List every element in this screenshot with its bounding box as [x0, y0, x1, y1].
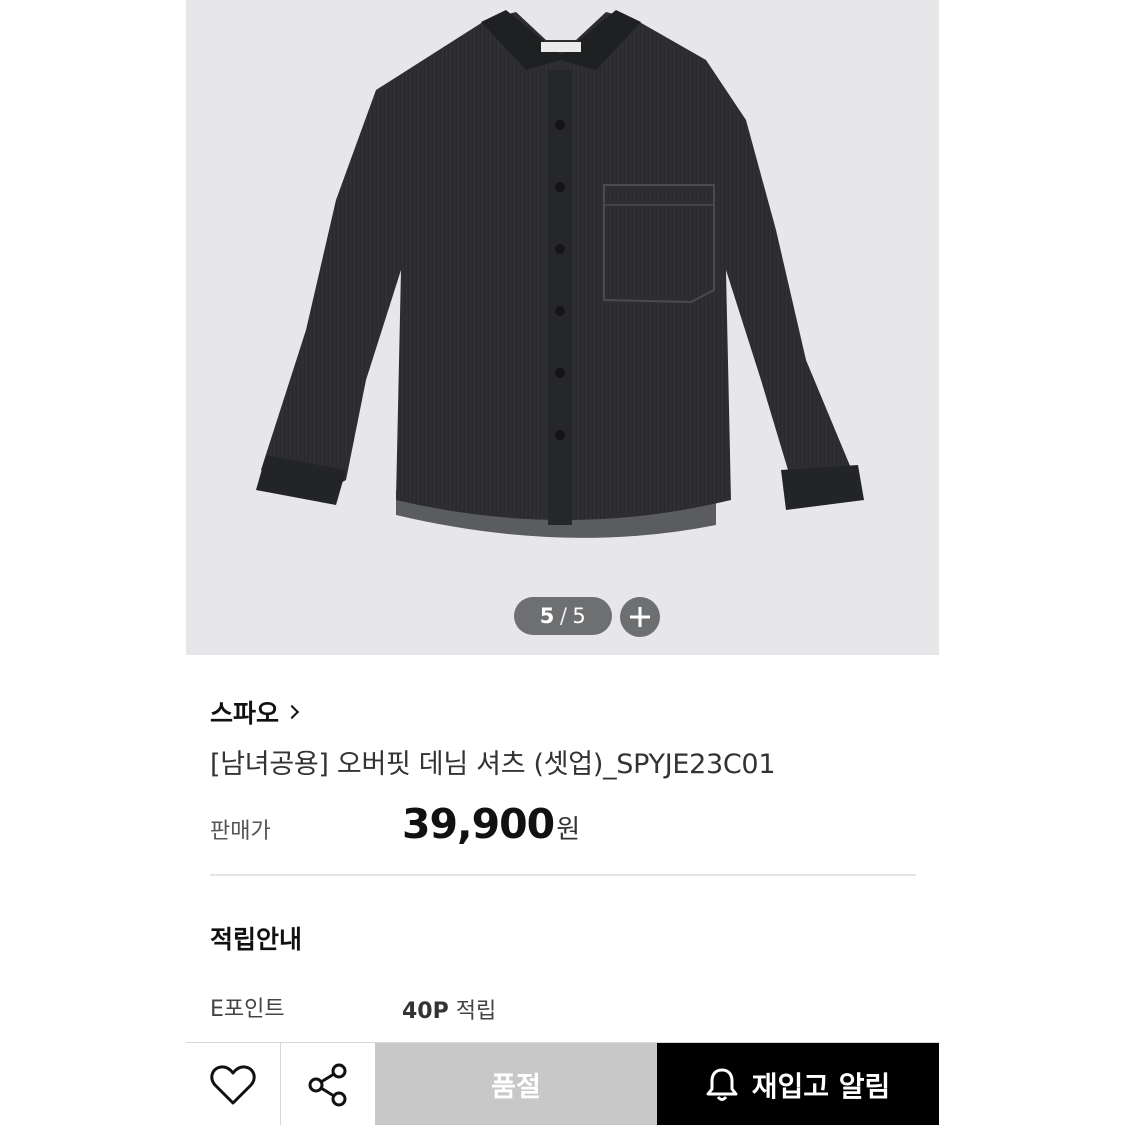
brand-name: 스파오 [210, 699, 280, 728]
restock-label: 재입고 알림 [751, 1069, 891, 1103]
points-amount: 40P [402, 999, 449, 1024]
price: 39,900 원 [402, 800, 580, 848]
price-unit: 원 [556, 815, 581, 845]
points-suffix: 적립 [455, 999, 497, 1024]
product-image-gallery[interactable]: 5 / 5 [186, 0, 939, 655]
points-value: 40P 적립 [402, 993, 496, 1025]
soldout-button[interactable]: 품절 [375, 1043, 657, 1125]
divider [210, 874, 916, 876]
zoom-plus-button[interactable] [620, 597, 660, 637]
product-panel: 5 / 5 스파오 [남녀공용] 오버핏 데님 셔츠 (셋업)_SPYJE23C… [186, 0, 939, 1125]
price-label: 판매가 [210, 819, 271, 844]
product-title: [남녀공용] 오버핏 데님 셔츠 (셋업)_SPYJE23C01 [210, 749, 776, 780]
share-button[interactable] [281, 1043, 375, 1125]
pager-current: 5 [539, 604, 555, 628]
chevron-right-icon [284, 704, 300, 720]
share-icon [308, 1063, 347, 1106]
points-section-title: 적립안내 [210, 925, 303, 954]
pager-total: 5 [572, 604, 587, 628]
points-label: E포인트 [210, 997, 285, 1022]
pager-separator: / [559, 604, 568, 628]
restock-alert-button[interactable]: 재입고 알림 [657, 1043, 939, 1125]
image-pager: 5 / 5 [514, 597, 612, 635]
price-value: 39,900 [402, 800, 555, 848]
bell-icon [706, 1068, 738, 1101]
bottom-action-bar: 품절 재입고 알림 [186, 1042, 939, 1125]
wishlist-button[interactable] [186, 1043, 281, 1125]
brand-link[interactable]: 스파오 [210, 694, 300, 730]
denim-shirt-image [256, 10, 864, 538]
heart-icon [210, 1064, 256, 1104]
